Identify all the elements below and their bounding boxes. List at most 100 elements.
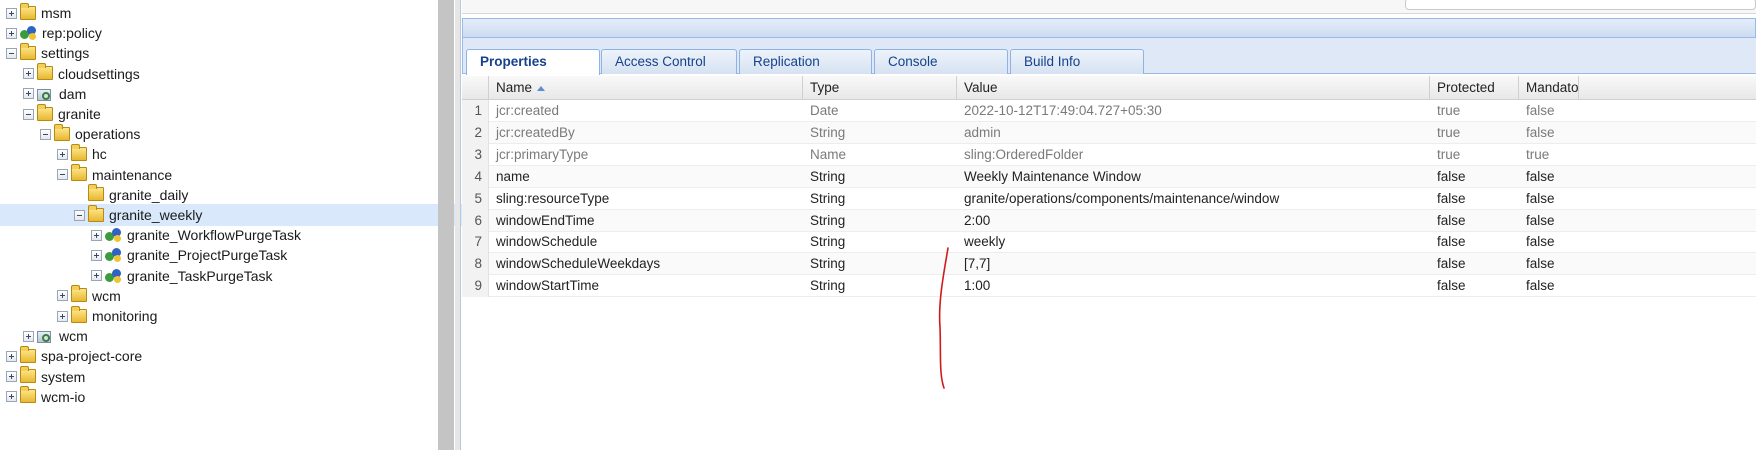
property-type-cell: String	[810, 168, 846, 184]
expand-icon[interactable]	[6, 7, 17, 19]
table-row[interactable]: 3 jcr:primaryType Name sling:OrderedFolder t…	[462, 143, 1756, 166]
tree-node[interactable]: wcm	[0, 285, 490, 307]
collapse-icon[interactable]	[6, 47, 17, 59]
column-header-name[interactable]: Name	[489, 76, 803, 100]
tree-node[interactable]: system	[0, 366, 490, 388]
tab-access-control[interactable]: Access Control	[601, 49, 737, 74]
table-row[interactable]: 5 sling:resourceType String granite/operati…	[462, 187, 1756, 210]
tree-node[interactable]: granite_WorkflowPurgeTask	[0, 224, 490, 246]
tree-node[interactable]: monitoring	[0, 305, 490, 327]
folder-icon	[20, 345, 36, 363]
property-value-cell[interactable]: Weekly Maintenance Window	[957, 166, 1430, 188]
property-type-cell: String	[810, 190, 846, 206]
row-number-cell: 2	[462, 121, 489, 144]
property-name-cell: jcr:primaryType	[496, 146, 589, 162]
folder-icon	[37, 103, 53, 121]
column-header-type[interactable]: Type	[803, 76, 957, 100]
tab-label: Build Info	[1024, 54, 1081, 69]
tree-node[interactable]: hc	[0, 143, 490, 165]
tree-node-label: granite	[58, 106, 101, 122]
expand-icon[interactable]	[6, 27, 17, 39]
row-number-cell: 4	[462, 165, 489, 188]
property-value-cell[interactable]: weekly	[957, 231, 1430, 253]
expand-icon[interactable]	[57, 290, 68, 302]
tree-node-label: wcm-io	[41, 388, 86, 405]
row-number-cell: 1	[462, 100, 489, 122]
content-tree: msm rep:policy settings cloudsettings dam gra…	[0, 0, 492, 450]
tab-label: Replication	[753, 54, 820, 69]
collapse-icon[interactable]	[74, 209, 85, 221]
tab-build-info[interactable]: Build Info	[1010, 49, 1144, 74]
table-row[interactable]: 1 jcr:created Date 2022-10-12T17:49:04.727+…	[462, 100, 1756, 122]
tree-node[interactable]: maintenance	[0, 164, 490, 186]
table-row[interactable]: 4 name String Weekly Maintenance Window fals…	[462, 165, 1756, 188]
expand-icon[interactable]	[23, 68, 34, 80]
column-header-value[interactable]: Value	[957, 76, 1430, 100]
collapse-icon[interactable]	[23, 108, 34, 120]
row-number-cell: 9	[462, 275, 489, 298]
tree-node-label: granite_TaskPurgeTask	[127, 267, 273, 284]
table-row[interactable]: 8 windowScheduleWeekdays String [7,7] false f…	[462, 253, 1756, 276]
property-type-cell: Name	[810, 146, 847, 162]
column-header-label: Type	[810, 80, 840, 95]
property-protected-cell: false	[1437, 212, 1466, 228]
column-header-protected[interactable]: Protected	[1430, 76, 1519, 100]
tree-node[interactable]: msm	[0, 2, 490, 24]
property-value-cell[interactable]: sling:OrderedFolder	[957, 144, 1430, 166]
tree-node[interactable]: operations	[0, 123, 490, 145]
property-mandatory-cell: true	[1526, 146, 1550, 162]
expand-icon[interactable]	[6, 391, 17, 403]
tree-node[interactable]: granite	[0, 103, 490, 125]
tree-node[interactable]: granite_daily	[0, 184, 490, 206]
property-type-cell: String	[810, 234, 846, 250]
collapse-icon[interactable]	[40, 128, 51, 140]
property-value-cell[interactable]: 2:00	[957, 210, 1430, 232]
property-name-cell: windowSchedule	[496, 234, 598, 250]
tree-node[interactable]: granite_TaskPurgeTask	[0, 265, 490, 287]
tree-node[interactable]: settings	[0, 42, 490, 64]
tree-node-label: granite_ProjectPurgeTask	[127, 247, 288, 264]
tree-node-label: maintenance	[92, 166, 173, 183]
property-value-cell[interactable]: 1:00	[957, 275, 1430, 297]
folder-icon	[37, 63, 53, 81]
expand-icon[interactable]	[57, 310, 68, 322]
panel-splitter[interactable]	[455, 0, 461, 450]
tab-console[interactable]: Console	[874, 49, 1008, 74]
property-value-cell[interactable]: 2022-10-12T17:49:04.727+05:30	[957, 100, 1430, 122]
tree-node[interactable]: cloudsettings	[0, 63, 490, 85]
column-header-mandatory[interactable]: Mandatory	[1519, 76, 1579, 100]
search-box[interactable]	[1405, 0, 1756, 10]
property-protected-cell: false	[1437, 278, 1466, 294]
tree-node[interactable]: rep:policy	[0, 22, 490, 44]
collapse-icon[interactable]	[57, 169, 68, 181]
tree-node[interactable]: wcm-io	[0, 386, 490, 408]
expand-icon[interactable]	[6, 350, 17, 362]
expand-icon[interactable]	[23, 330, 34, 342]
property-name-cell: windowEndTime	[496, 212, 595, 228]
tab-replication[interactable]: Replication	[739, 49, 872, 74]
property-value-cell[interactable]: [7,7]	[957, 253, 1430, 275]
expand-icon[interactable]	[91, 249, 102, 261]
tree-node[interactable]: spa-project-core	[0, 345, 490, 367]
expand-icon[interactable]	[23, 88, 34, 100]
tree-node[interactable]: granite_weekly	[0, 204, 490, 226]
tree-node[interactable]: dam	[0, 83, 490, 105]
expand-icon[interactable]	[57, 148, 68, 160]
tree-node[interactable]: wcm	[0, 325, 490, 347]
expand-icon[interactable]	[91, 229, 102, 241]
table-row[interactable]: 6 windowEndTime String 2:00 false false	[462, 209, 1756, 232]
tree-node[interactable]: granite_ProjectPurgeTask	[0, 244, 490, 266]
table-row[interactable]: 7 windowSchedule String weekly false false	[462, 231, 1756, 254]
column-header-label: Name	[496, 80, 533, 95]
expand-icon[interactable]	[91, 270, 102, 282]
expand-icon[interactable]	[6, 371, 17, 383]
property-name-cell: name	[496, 168, 530, 184]
property-value-cell[interactable]: admin	[957, 122, 1430, 144]
tab-properties[interactable]: Properties	[466, 49, 600, 75]
table-row[interactable]: 2 jcr:createdBy String admin true false	[462, 121, 1756, 144]
properties-grid: Name Type Value Protected Mandatory 1 jcr…	[462, 76, 1756, 450]
table-row[interactable]: 9 windowStartTime String 1:00 false false	[462, 275, 1756, 298]
policy-icon	[105, 268, 122, 284]
tree-scrollbar[interactable]	[438, 0, 454, 450]
property-value-cell[interactable]: granite/operations/components/maintenanc…	[957, 188, 1430, 210]
